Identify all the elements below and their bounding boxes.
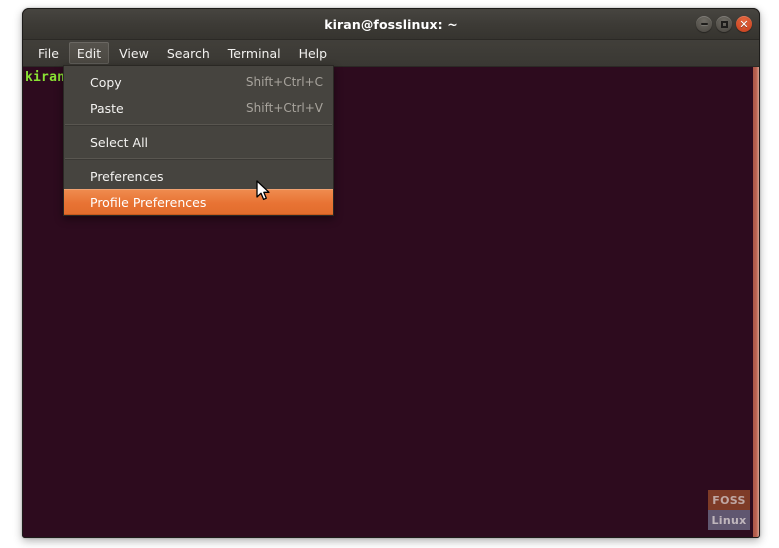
maximize-icon <box>720 20 728 28</box>
menubar-item-label: Search <box>166 45 210 61</box>
watermark-logo: FOSS Linux <box>708 490 750 530</box>
menubar-item-label: View <box>119 45 149 61</box>
maximize-button[interactable] <box>716 16 732 32</box>
window-titlebar[interactable]: kiran@fosslinux: ~ ✕ <box>23 9 759 40</box>
menubar-item-view[interactable]: View <box>111 42 157 64</box>
menu-item-label: Paste <box>90 100 124 116</box>
menu-item-preferences[interactable]: Preferences <box>64 163 333 189</box>
window-title: kiran@fosslinux: ~ <box>324 16 458 32</box>
menu-item-shortcut: Shift+Ctrl+V <box>246 101 323 115</box>
watermark-line-foss: FOSS <box>708 490 750 510</box>
menu-item-shortcut: Shift+Ctrl+C <box>245 75 323 89</box>
menu-item-select-all[interactable]: Select All <box>64 129 333 155</box>
menu-item-label: Copy <box>90 74 122 90</box>
menu-separator <box>65 124 332 126</box>
menu-item-label: Select All <box>90 134 149 150</box>
terminal-scrollbar[interactable] <box>753 67 759 537</box>
menu-item-label: Profile Preferences <box>90 194 207 210</box>
window-controls: ✕ <box>696 9 752 39</box>
menubar-item-label: Help <box>298 45 328 61</box>
menu-bar: File Edit View Search Terminal Help <box>23 40 759 67</box>
minimize-icon <box>700 23 708 25</box>
menu-item-profile-preferences[interactable]: Profile Preferences <box>64 189 333 215</box>
menubar-item-label: Edit <box>76 45 102 61</box>
close-button[interactable]: ✕ <box>736 16 752 32</box>
desktop-background: kiran@fosslinux: ~ ✕ File Edit View Sear… <box>0 0 779 548</box>
menu-item-paste[interactable]: Paste Shift+Ctrl+V <box>64 95 333 121</box>
menubar-item-edit[interactable]: Edit <box>68 42 110 64</box>
menu-separator <box>65 158 332 160</box>
menubar-item-label: Terminal <box>227 45 281 61</box>
menubar-item-label: File <box>38 45 59 61</box>
edit-dropdown-menu: Copy Shift+Ctrl+C Paste Shift+Ctrl+V Sel… <box>63 65 334 216</box>
menubar-item-search[interactable]: Search <box>159 42 218 64</box>
close-icon: ✕ <box>739 17 749 31</box>
watermark-line-linux: Linux <box>708 510 750 530</box>
menubar-item-file[interactable]: File <box>30 42 67 64</box>
menu-item-copy[interactable]: Copy Shift+Ctrl+C <box>64 69 333 95</box>
menubar-item-terminal[interactable]: Terminal <box>220 42 289 64</box>
terminal-window: kiran@fosslinux: ~ ✕ File Edit View Sear… <box>22 8 760 538</box>
minimize-button[interactable] <box>696 16 712 32</box>
menu-item-label: Preferences <box>90 168 164 184</box>
menubar-item-help[interactable]: Help <box>291 42 336 64</box>
